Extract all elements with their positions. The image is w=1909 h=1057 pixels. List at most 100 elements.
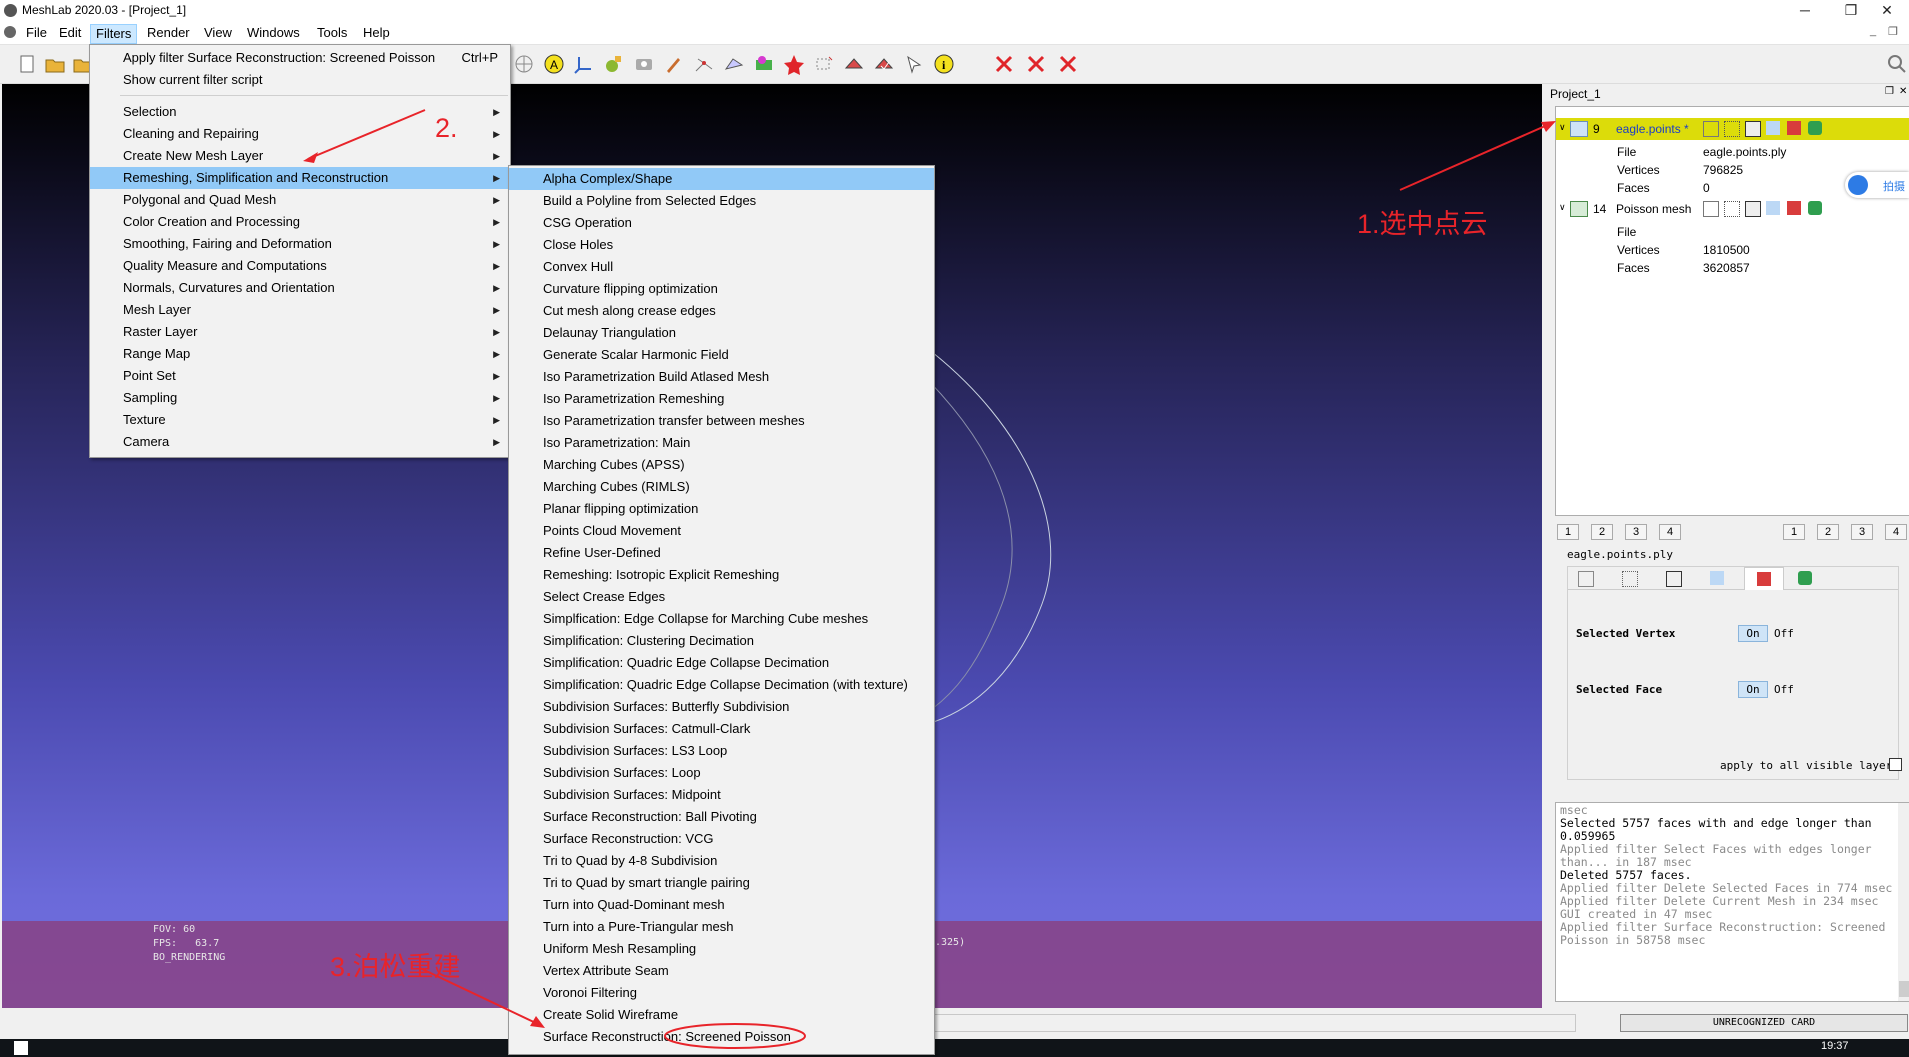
measure-icon[interactable]	[843, 53, 865, 75]
filter-category-item[interactable]: Sampling ▶	[90, 387, 510, 409]
filter-item[interactable]: Surface Reconstruction: VCG	[509, 828, 934, 850]
tab-right-3[interactable]: 3	[1851, 524, 1873, 540]
sphere-icon[interactable]	[513, 53, 535, 75]
filter-item[interactable]: Subdivision Surfaces: Catmull-Clark	[509, 718, 934, 740]
filter-item[interactable]: Vertex Attribute Seam	[509, 960, 934, 982]
float-panel-icon[interactable]: ❐	[1885, 86, 1894, 97]
filter-item[interactable]: Turn into a Pure-Triangular mesh	[509, 916, 934, 938]
pick-points-icon[interactable]	[903, 53, 925, 75]
flat-tab-icon[interactable]	[1710, 571, 1724, 585]
color-render-icon[interactable]	[1787, 201, 1801, 215]
filter-item[interactable]: Alpha Complex/Shape	[509, 168, 934, 190]
filter-item[interactable]: Tri to Quad by 4-8 Subdivision	[509, 850, 934, 872]
points-tab-icon[interactable]	[1622, 571, 1638, 587]
filter-item[interactable]: Marching Cubes (RIMLS)	[509, 476, 934, 498]
selected-vertex-on-button[interactable]: On	[1738, 625, 1768, 642]
selected-face-off-button[interactable]: Off	[1774, 683, 1794, 696]
delete-selection-icon[interactable]	[1057, 53, 1079, 75]
filter-category-item[interactable]: Camera ▶	[90, 431, 510, 453]
filter-item[interactable]: Iso Parametrization transfer between mes…	[509, 410, 934, 432]
menu-show-filter-script[interactable]: Show current filter script	[90, 69, 510, 91]
log-scrollbar[interactable]	[1898, 803, 1909, 1001]
texture-render-icon[interactable]	[1808, 201, 1822, 215]
align-icon[interactable]	[813, 53, 835, 75]
filter-item[interactable]: Surface Reconstruction: Ball Pivoting	[509, 806, 934, 828]
camera-icon[interactable]	[633, 53, 655, 75]
menu-help[interactable]: Help	[358, 24, 395, 42]
filter-item[interactable]: Planar flipping optimization	[509, 498, 934, 520]
texture-tab-icon[interactable]	[1798, 571, 1812, 585]
filter-item[interactable]: Close Holes	[509, 234, 934, 256]
menu-apply-last-filter[interactable]: Apply filter Surface Reconstruction: Scr…	[90, 47, 510, 69]
menu-render[interactable]: Render	[142, 24, 195, 42]
eye-visible-icon[interactable]	[1570, 201, 1588, 217]
tab-left-3[interactable]: 3	[1625, 524, 1647, 540]
visibility-icon[interactable]	[1570, 121, 1588, 137]
filter-category-item[interactable]: Raster Layer ▶	[90, 321, 510, 343]
expand-chevron-icon[interactable]: ∨	[1559, 122, 1566, 133]
menu-filters[interactable]: Filters	[90, 24, 138, 44]
filter-item[interactable]: Create Solid Wireframe	[509, 1004, 934, 1026]
minimize-button[interactable]: ─	[1782, 0, 1828, 22]
info-icon[interactable]: i	[933, 53, 955, 75]
wire-render-icon[interactable]	[1745, 121, 1761, 137]
filter-item[interactable]: Iso Parametrization: Main	[509, 432, 934, 454]
annotation-icon[interactable]: A	[543, 53, 565, 75]
filter-category-item[interactable]: Range Map ▶	[90, 343, 510, 365]
filter-item[interactable]: Tri to Quad by smart triangle pairing	[509, 872, 934, 894]
delete-faces-icon[interactable]	[1025, 53, 1047, 75]
filter-item[interactable]: Select Crease Edges	[509, 586, 934, 608]
layer-name[interactable]: eagle.points *	[1616, 122, 1689, 136]
layer-row-poisson[interactable]: ∨ 14 Poisson mesh	[1556, 198, 1909, 220]
filter-category-item[interactable]: Point Set ▶	[90, 365, 510, 387]
color-render-icon[interactable]	[1787, 121, 1801, 135]
color-tab[interactable]	[1744, 567, 1784, 590]
brush-icon[interactable]	[663, 53, 685, 75]
menu-view[interactable]: View	[199, 24, 237, 42]
layer-name[interactable]: Poisson mesh	[1616, 202, 1691, 216]
filter-item[interactable]: Simplification: Quadric Edge Collapse De…	[509, 674, 934, 696]
search-icon[interactable]	[1886, 53, 1908, 75]
filter-item[interactable]: Delaunay Triangulation	[509, 322, 934, 344]
box-tab-icon[interactable]	[1578, 571, 1594, 587]
menu-edit[interactable]: Edit	[54, 24, 86, 42]
points-render-icon[interactable]	[1724, 121, 1740, 137]
filter-category-item[interactable]: Smoothing, Fairing and Deformation ▶	[90, 233, 510, 255]
close-panel-icon[interactable]: ✕	[1899, 86, 1907, 97]
filter-item[interactable]: Simplification: Clustering Decimation	[509, 630, 934, 652]
filter-item[interactable]: Simplfication: Edge Collapse for Marchin…	[509, 608, 934, 630]
filter-item[interactable]: Build a Polyline from Selected Edges	[509, 190, 934, 212]
filter-item[interactable]: Cut mesh along crease edges	[509, 300, 934, 322]
filter-item[interactable]: Points Cloud Movement	[509, 520, 934, 542]
apply-all-checkbox[interactable]	[1889, 758, 1902, 771]
filter-category-item[interactable]: Remeshing, Simplification and Reconstruc…	[90, 167, 510, 189]
tab-left-1[interactable]: 1	[1557, 524, 1579, 540]
log-scroll-thumb[interactable]	[1899, 981, 1909, 997]
windows-start-icon[interactable]	[14, 1041, 28, 1055]
mdi-restore-icon[interactable]: ❐	[1888, 25, 1898, 38]
filter-category-item[interactable]: Polygonal and Quad Mesh ▶	[90, 189, 510, 211]
filter-item[interactable]: Simplification: Quadric Edge Collapse De…	[509, 652, 934, 674]
menu-tools[interactable]: Tools	[312, 24, 352, 42]
select-vertices-icon[interactable]	[693, 53, 715, 75]
filter-item[interactable]: Refine User-Defined	[509, 542, 934, 564]
tab-left-2[interactable]: 2	[1591, 524, 1613, 540]
filter-item[interactable]: Remeshing: Isotropic Explicit Remeshing	[509, 564, 934, 586]
axes-icon[interactable]	[573, 53, 595, 75]
box-render-icon[interactable]	[1703, 201, 1719, 217]
flat-render-icon[interactable]	[1766, 201, 1780, 215]
filter-item[interactable]: Voronoi Filtering	[509, 982, 934, 1004]
filter-item[interactable]: Uniform Mesh Resampling	[509, 938, 934, 960]
filter-item[interactable]: Iso Parametrization Build Atlased Mesh	[509, 366, 934, 388]
expand-chevron-icon[interactable]: ∨	[1559, 202, 1566, 213]
filter-item[interactable]: Curvature flipping optimization	[509, 278, 934, 300]
filter-category-item[interactable]: Texture ▶	[90, 409, 510, 431]
tab-right-2[interactable]: 2	[1817, 524, 1839, 540]
filter-item[interactable]: Subdivision Surfaces: Midpoint	[509, 784, 934, 806]
delete-vertices-icon[interactable]	[993, 53, 1015, 75]
filter-item[interactable]: Subdivision Surfaces: Butterfly Subdivis…	[509, 696, 934, 718]
tab-right-1[interactable]: 1	[1783, 524, 1805, 540]
texture-render-icon[interactable]	[1808, 121, 1822, 135]
tab-right-4[interactable]: 4	[1885, 524, 1907, 540]
georef-icon[interactable]	[783, 53, 805, 75]
